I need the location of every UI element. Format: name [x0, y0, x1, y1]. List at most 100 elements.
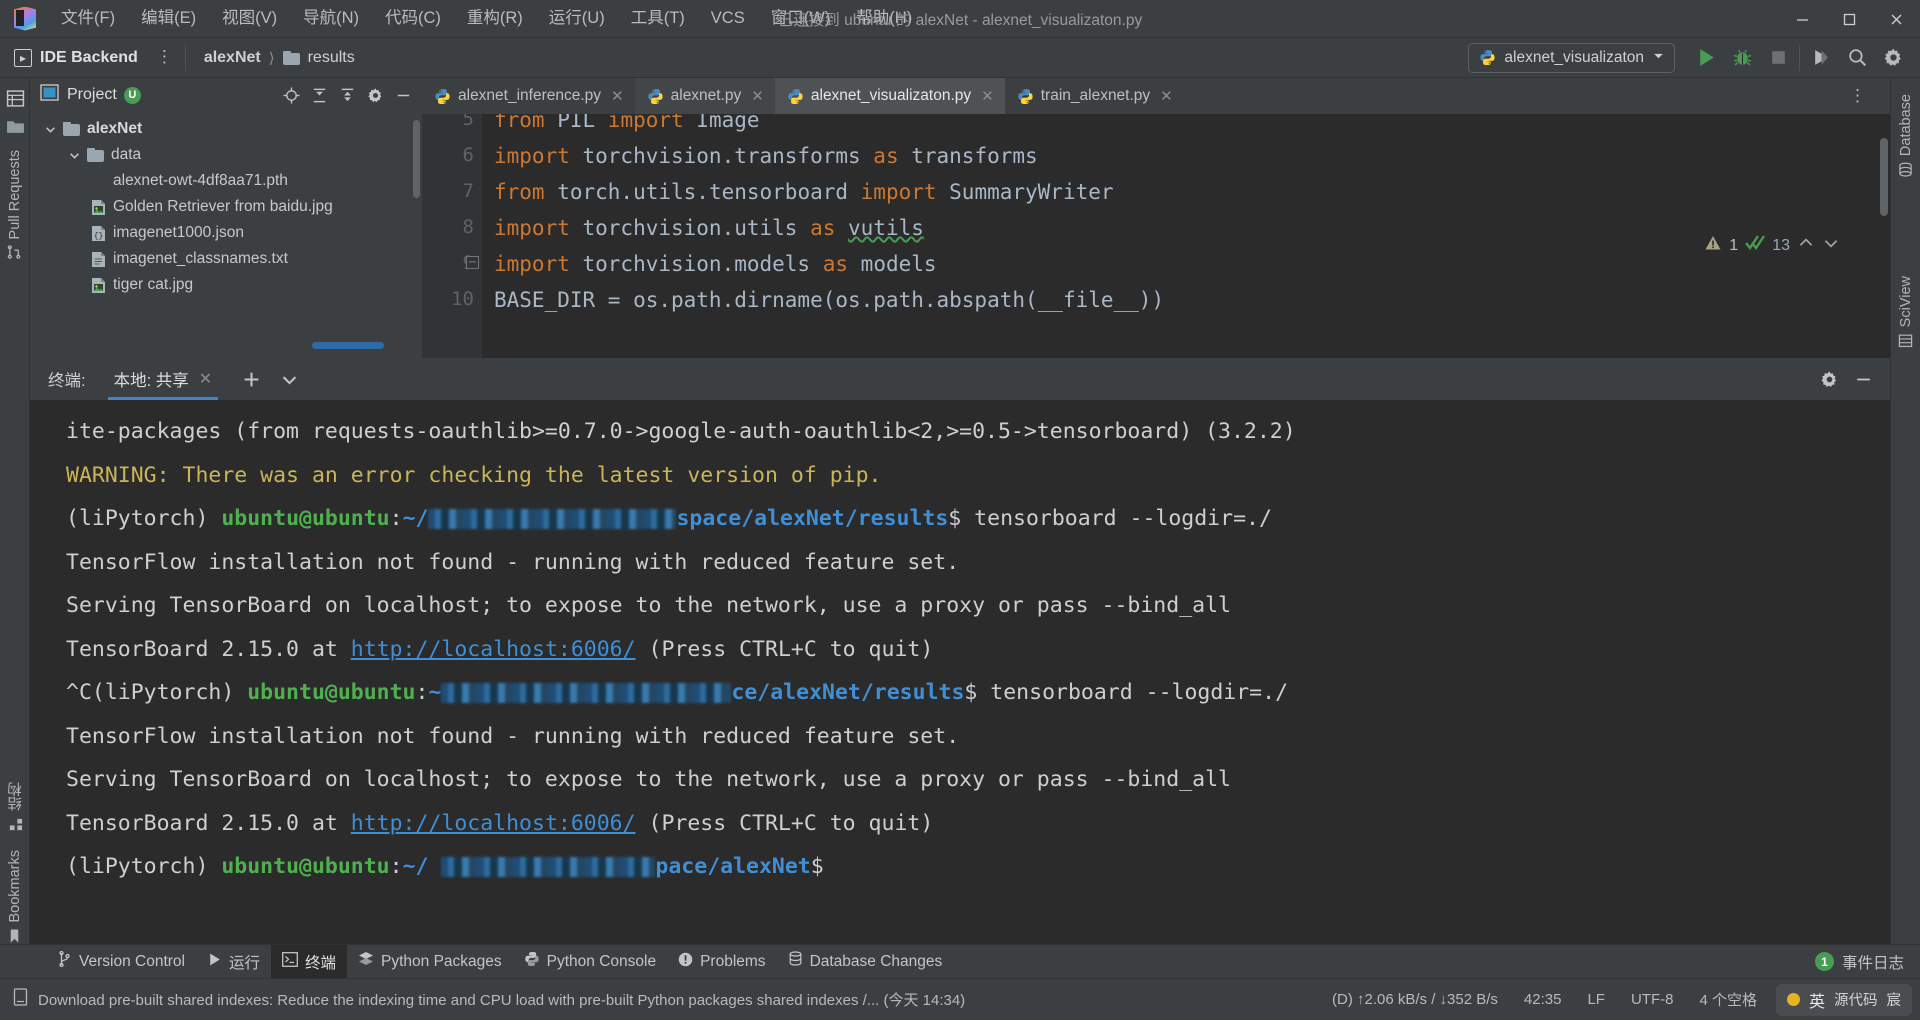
menu-navigate[interactable]: 导航(N)	[290, 6, 372, 31]
tree-item-data[interactable]: data	[30, 142, 422, 168]
menu-refactor[interactable]: 重构(R)	[454, 6, 536, 31]
minimize-icon[interactable]	[1779, 0, 1826, 38]
terminal-session-tab[interactable]: 本地: 共享 ✕	[104, 358, 223, 400]
menu-code[interactable]: 代码(C)	[372, 6, 454, 31]
close-icon[interactable]	[1873, 0, 1920, 38]
tree-item-golden-retriever[interactable]: Golden Retriever from baidu.jpg	[30, 194, 422, 220]
inspection-widget[interactable]: 1 13	[1698, 230, 1846, 261]
terminal-settings-gear-icon[interactable]	[1814, 364, 1844, 394]
sidebar-item-pull-requests[interactable]: Pull Requests	[0, 142, 30, 268]
terminal-output[interactable]: ite-packages (from requests-oauthlib>=0.…	[30, 400, 1890, 958]
close-tab-icon[interactable]: ✕	[1160, 87, 1173, 105]
close-tab-icon[interactable]: ✕	[751, 87, 764, 105]
tree-item-imagenet1000-json[interactable]: {} imagenet1000.json	[30, 220, 422, 246]
toolwindow-python-console[interactable]: Python Console	[513, 945, 667, 979]
new-terminal-session-icon[interactable]	[236, 364, 266, 394]
menu-help[interactable]: 帮助(H)	[843, 6, 925, 31]
title-bar: 文件(F) 编辑(E) 视图(V) 导航(N) 代码(C) 重构(R) 运行(U…	[0, 0, 1920, 38]
project-gear-icon[interactable]	[362, 82, 388, 108]
editor-gutter[interactable]: 5 6 7 8 9 10 ─	[422, 114, 482, 358]
indent-setting[interactable]: 4 个空格	[1686, 989, 1770, 1010]
locate-file-icon[interactable]	[278, 82, 304, 108]
settings-gear-icon[interactable]	[1876, 41, 1910, 75]
menu-file[interactable]: 文件(F)	[48, 6, 128, 31]
expand-all-icon[interactable]	[306, 82, 332, 108]
tab-alexnet-visualizaton[interactable]: alexnet_visualizaton.py ✕	[774, 78, 1005, 114]
ide-backend-widget[interactable]: ▸ IDE Backend ⋮	[0, 38, 183, 78]
sidebar-item-bookmarks[interactable]: Bookmarks	[0, 842, 30, 952]
event-log-area[interactable]: 1 事件日志	[1814, 951, 1920, 973]
toolwindow-label: 运行	[228, 954, 260, 972]
tab-alexnet[interactable]: alexnet.py ✕	[634, 78, 775, 114]
terminal-sessions-dropdown-icon[interactable]	[274, 364, 304, 394]
project-file-tree[interactable]: alexNet data alexnet-owt-4df8aa71.pth Go…	[30, 112, 422, 352]
toolwindow-problems[interactable]: Problems	[667, 945, 776, 979]
file-encoding[interactable]: UTF-8	[1618, 991, 1687, 1008]
stop-button[interactable]	[1761, 41, 1795, 75]
close-tab-icon[interactable]: ✕	[981, 87, 994, 105]
sidebar-item-database[interactable]: Database	[1891, 86, 1920, 185]
toolwindow-python-packages[interactable]: Python Packages	[347, 945, 513, 979]
chevron-down-icon[interactable]	[42, 121, 58, 137]
breadcrumb-project[interactable]: alexNet	[204, 49, 261, 67]
terminal-line: TensorBoard 2.15.0 at http://localhost:6…	[66, 636, 934, 662]
line-number: 10	[451, 288, 474, 310]
editor-tab-overflow[interactable]: ⋮	[1839, 78, 1890, 114]
ime-indicator[interactable]: 英 源代码 宸	[1775, 983, 1912, 1016]
code-editor[interactable]: 5 6 7 8 9 10 ─ from PIL import Image imp…	[422, 114, 1890, 358]
previous-problem-icon[interactable]	[1797, 234, 1815, 257]
coverage-button[interactable]	[1804, 41, 1838, 75]
toolwindow-version-control[interactable]: Version Control	[46, 945, 196, 979]
tree-item-alexnet[interactable]: alexNet	[30, 116, 422, 142]
network-speed[interactable]: (D) ↑2.06 kB/s / ↓352 B/s	[1319, 991, 1511, 1008]
status-bar: Download pre-built shared indexes: Reduc…	[0, 978, 1920, 1020]
tab-train-alexnet[interactable]: train_alexnet.py ✕	[1005, 78, 1184, 114]
chevron-down-icon[interactable]	[1652, 49, 1665, 67]
menu-run[interactable]: 运行(U)	[536, 6, 618, 31]
terminal-hide-icon[interactable]	[1848, 364, 1878, 394]
menu-edit[interactable]: 编辑(E)	[128, 6, 209, 31]
tab-alexnet-inference[interactable]: alexnet_inference.py ✕	[422, 78, 635, 114]
chevron-down-icon[interactable]	[66, 147, 82, 163]
sidebar-item-structure[interactable]: 结构	[0, 774, 30, 840]
run-configuration-selector[interactable]: alexnet_visualizaton	[1468, 42, 1675, 73]
tree-item-classnames-txt[interactable]: imagenet_classnames.txt	[30, 246, 422, 272]
toolwindow-terminal[interactable]: 终端	[271, 944, 348, 979]
menu-tools[interactable]: 工具(T)	[618, 6, 698, 31]
search-icon[interactable]	[1840, 41, 1874, 75]
debug-button[interactable]	[1725, 41, 1759, 75]
status-message-area[interactable]: Download pre-built shared indexes: Reduc…	[0, 988, 965, 1011]
code-line-7: from torch.utils.tensorboard import Summ…	[494, 180, 1114, 204]
run-button[interactable]	[1689, 41, 1723, 75]
main-toolbar: ▸ IDE Backend ⋮ alexNet ⟩ results alexne…	[0, 38, 1920, 78]
menu-vcs[interactable]: VCS	[698, 6, 758, 31]
more-tabs-icon[interactable]: ⋮	[1839, 87, 1876, 104]
terminal-line: Serving TensorBoard on localhost; to exp…	[66, 767, 1231, 792]
menu-view[interactable]: 视图(V)	[209, 6, 290, 31]
menu-window[interactable]: 窗口(W)	[758, 6, 844, 31]
line-separator[interactable]: LF	[1574, 991, 1618, 1008]
project-tool-icon[interactable]	[0, 84, 30, 112]
toolwindow-run[interactable]: 运行	[196, 945, 271, 979]
close-tab-icon[interactable]: ✕	[611, 87, 624, 105]
project-tree-hscrollbar[interactable]	[62, 341, 420, 350]
commit-tool-icon[interactable]	[0, 112, 30, 140]
fold-marker-icon[interactable]: ─	[466, 256, 479, 269]
terminal-prompt-line[interactable]: (liPytorch) ubuntu@ubuntu:~/ pace/alexNe…	[66, 845, 1890, 889]
ide-backend-more-icon[interactable]: ⋮	[146, 48, 183, 65]
sidebar-item-sciview[interactable]: SciView	[1891, 268, 1920, 356]
tree-item-tiger-cat[interactable]: tiger cat.jpg	[30, 272, 422, 298]
close-session-icon[interactable]: ✕	[199, 369, 212, 389]
project-tree-scrollbar[interactable]	[413, 120, 420, 198]
tree-item-pth[interactable]: alexnet-owt-4df8aa71.pth	[30, 168, 422, 194]
toolwindow-database-changes[interactable]: Database Changes	[777, 945, 954, 979]
maximize-icon[interactable]	[1826, 0, 1873, 38]
tensorboard-link[interactable]: http://localhost:6006/	[351, 637, 636, 662]
collapse-all-icon[interactable]	[334, 82, 360, 108]
hide-panel-icon[interactable]	[390, 82, 416, 108]
caret-position[interactable]: 42:35	[1511, 991, 1575, 1008]
next-problem-icon[interactable]	[1822, 234, 1840, 257]
editor-scrollbar[interactable]	[1880, 138, 1888, 216]
tensorboard-link[interactable]: http://localhost:6006/	[351, 811, 636, 836]
breadcrumb-results[interactable]: results	[308, 49, 355, 67]
